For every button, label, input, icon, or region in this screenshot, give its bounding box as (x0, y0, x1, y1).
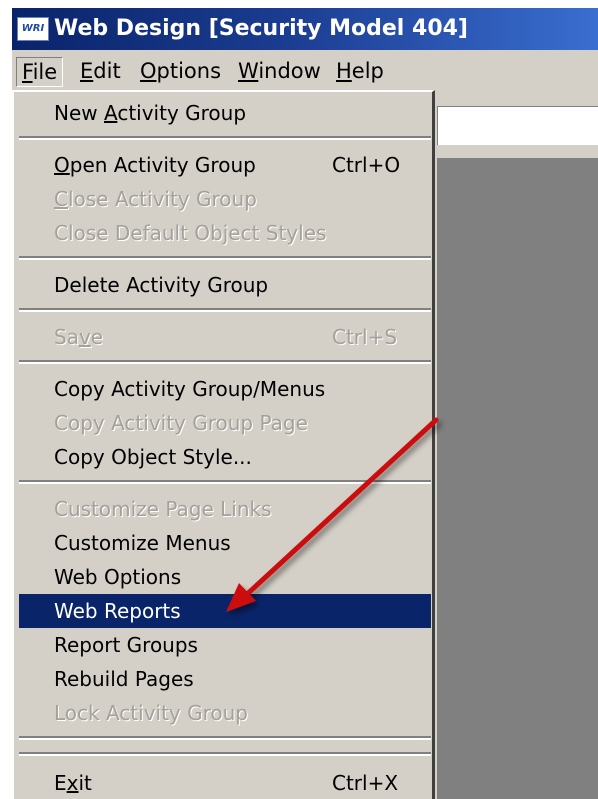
mnemonic: v (78, 325, 91, 349)
menu-separator (19, 736, 431, 740)
menu-separator (19, 360, 431, 364)
menu-item-label: Lock Activity Group (54, 701, 249, 725)
menu-separator (19, 256, 431, 260)
menu-item-new-activity-group[interactable]: New Activity Group (19, 96, 431, 130)
menu-item-label: Save (54, 325, 104, 349)
menu-item-exit[interactable]: Exit Ctrl+X (19, 766, 431, 799)
mnemonic: C (54, 187, 68, 211)
menu-item-label: Customize Page Links (54, 497, 272, 521)
menu-item-save: Save Ctrl+S (19, 320, 431, 354)
menu-item-copy-activity-group-menus[interactable]: Copy Activity Group/Menus (19, 372, 431, 406)
menu-file[interactable]: File (16, 57, 64, 87)
menu-item-customize-menus[interactable]: Customize Menus (19, 526, 431, 560)
title-bar: WRI Web Design [Security Model 404] (12, 8, 598, 50)
menu-item-close-default-object-styles: Close Default Object Styles (19, 216, 431, 250)
app-logo-icon: WRI (17, 17, 49, 41)
menu-item-label: Close Default Object Styles (54, 221, 327, 245)
mnemonic: A (103, 101, 118, 125)
menu-edit[interactable]: Edit (74, 57, 127, 85)
menu-item-label: Web Options (54, 565, 182, 589)
file-menu-dropdown: New Activity Group Open Activity Group C… (12, 90, 435, 799)
menu-item-copy-object-style[interactable]: Copy Object Style... (19, 440, 431, 474)
menu-item-label: Rebuild Pages (54, 667, 194, 691)
menu-separator (19, 480, 431, 484)
menu-item-lock-activity-group: Lock Activity Group (19, 696, 431, 730)
menu-item-copy-activity-group-page: Copy Activity Group Page (19, 406, 431, 440)
menu-item-web-options[interactable]: Web Options (19, 560, 431, 594)
menu-item-close-activity-group: Close Activity Group (19, 182, 431, 216)
menu-item-label: Exit (54, 771, 92, 795)
menu-item-label: Open Activity Group (54, 153, 256, 177)
menu-item-label: Copy Activity Group/Menus (54, 377, 326, 401)
menu-item-label: Customize Menus (54, 531, 231, 555)
window-title: Web Design [Security Model 404] (54, 16, 468, 41)
mdi-client-area (437, 158, 598, 799)
menu-item-label: Copy Object Style... (54, 445, 252, 469)
menu-separator (19, 752, 431, 756)
menu-item-label: Report Groups (54, 633, 198, 657)
menu-edit-label: dit (93, 59, 121, 83)
mnemonic: W (238, 59, 259, 83)
menu-window-label: indow (258, 59, 321, 83)
application-window: WRI Web Design [Security Model 404] File… (12, 8, 598, 799)
mnemonic: E (80, 59, 94, 83)
menu-separator (19, 308, 431, 312)
menu-help[interactable]: Help (330, 57, 390, 85)
menu-bar: File Edit Options Window Help (12, 50, 598, 90)
toolbar-area (437, 106, 598, 145)
menu-window[interactable]: Window (232, 57, 327, 85)
menu-item-shortcut: Ctrl+S (332, 325, 398, 349)
menu-help-label: elp (351, 59, 384, 83)
menu-item-customize-page-links: Customize Page Links (19, 492, 431, 526)
menu-item-label: New Activity Group (54, 101, 247, 125)
menu-options[interactable]: Options (134, 57, 227, 85)
menu-item-delete-activity-group[interactable]: Delete Activity Group (19, 268, 431, 302)
mnemonic: F (22, 60, 33, 84)
mnemonic: H (336, 59, 352, 83)
menu-item-label: Web Reports (54, 599, 181, 623)
menu-item-web-reports[interactable]: Web Reports (19, 594, 431, 628)
menu-item-label: Delete Activity Group (54, 273, 269, 297)
mnemonic: O (54, 153, 70, 177)
menu-separator (19, 136, 431, 140)
menu-item-label: Copy Activity Group Page (54, 411, 308, 435)
menu-file-label: ile (32, 60, 58, 84)
mnemonic: x (66, 771, 79, 795)
menu-item-report-groups[interactable]: Report Groups (19, 628, 431, 662)
menu-item-rebuild-pages[interactable]: Rebuild Pages (19, 662, 431, 696)
mnemonic: O (140, 59, 157, 83)
menu-item-shortcut: Ctrl+O (332, 153, 401, 177)
menu-options-label: ptions (156, 59, 222, 83)
menu-item-label: Close Activity Group (54, 187, 257, 211)
menu-item-open-activity-group[interactable]: Open Activity Group Ctrl+O (19, 148, 431, 182)
menu-item-shortcut: Ctrl+X (332, 771, 399, 795)
